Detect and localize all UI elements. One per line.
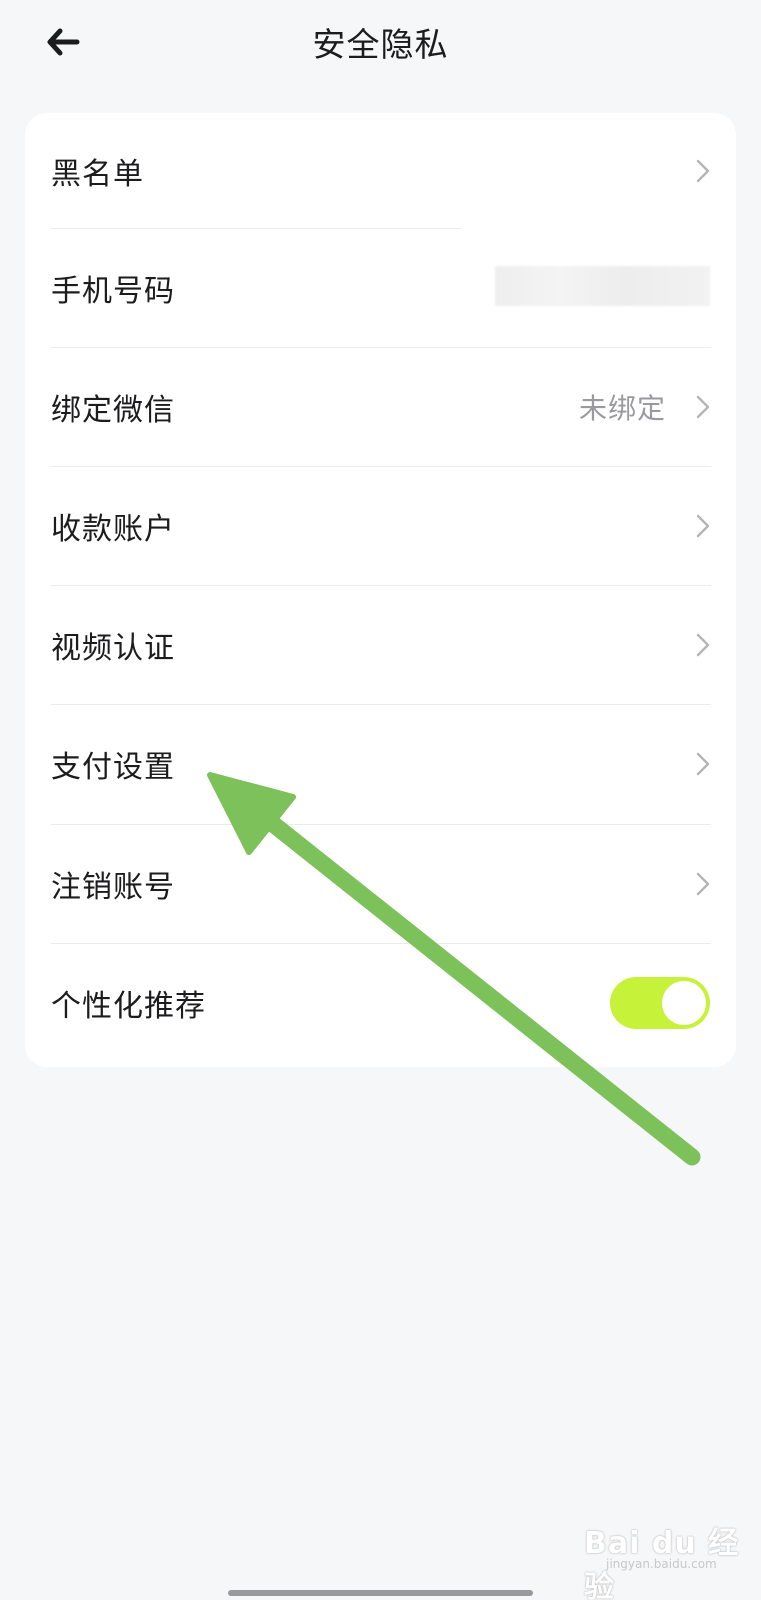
redacted-phone-value <box>495 266 710 306</box>
row-bind-wechat[interactable]: 绑定微信 未绑定 <box>25 347 736 466</box>
row-value: 未绑定 <box>578 391 666 425</box>
row-video-verification[interactable]: 视频认证 <box>25 585 736 704</box>
row-label: 绑定微信 <box>51 392 175 428</box>
home-indicator <box>228 1590 533 1596</box>
row-label: 支付设置 <box>51 750 175 785</box>
toggle-knob <box>662 981 706 1025</box>
row-delete-account[interactable]: 注销账号 <box>25 824 736 943</box>
chevron-right-icon <box>696 872 710 895</box>
header: 安全隐私 <box>0 0 761 88</box>
row-label: 黑名单 <box>51 156 144 192</box>
watermark-url: jingyan.baidu.com <box>606 1557 717 1571</box>
settings-card: 黑名单 手机号码 绑定微信 未绑定 收款账户 视频认证 支付设置 注销账号 个性… <box>25 113 736 1067</box>
chevron-right-icon <box>696 633 710 656</box>
personalized-recommendation-toggle[interactable] <box>610 977 710 1029</box>
row-label: 个性化推荐 <box>51 989 206 1024</box>
row-label: 注销账号 <box>51 869 175 905</box>
row-label: 视频认证 <box>51 630 175 666</box>
row-label: 收款账户 <box>51 511 175 547</box>
row-label: 手机号码 <box>51 273 175 309</box>
row-payment-settings[interactable]: 支付设置 <box>25 704 736 824</box>
chevron-right-icon <box>696 395 710 418</box>
row-personalized-recommendation: 个性化推荐 <box>25 943 736 1063</box>
row-payment-account[interactable]: 收款账户 <box>25 466 736 585</box>
chevron-right-icon <box>696 159 710 182</box>
page-title: 安全隐私 <box>312 25 449 64</box>
chevron-right-icon <box>696 514 710 537</box>
security-privacy-page: 安全隐私 黑名单 手机号码 绑定微信 未绑定 收款账户 视频认证 支付设置 注销… <box>0 0 761 1600</box>
chevron-right-icon <box>696 752 710 776</box>
row-blacklist[interactable]: 黑名单 <box>25 113 736 228</box>
